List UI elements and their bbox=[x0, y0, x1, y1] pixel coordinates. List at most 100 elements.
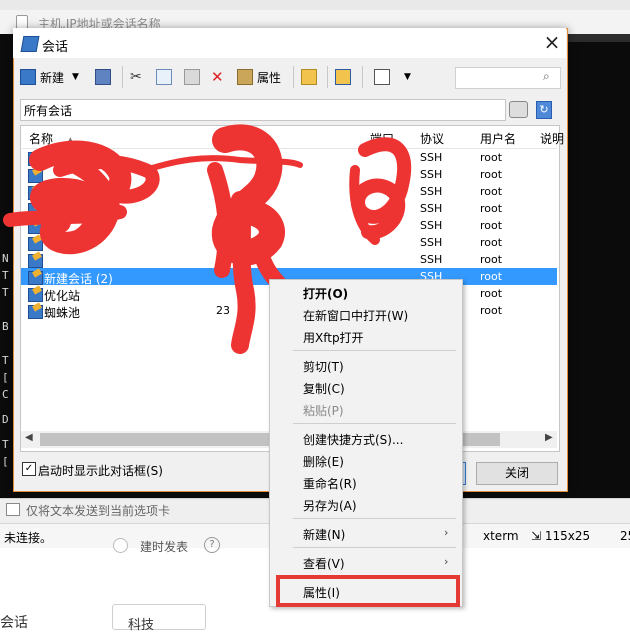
cell-name[interactable]: 优化站 bbox=[44, 287, 80, 304]
dialog-titlebar[interactable] bbox=[13, 28, 566, 58]
menu-open-new-window[interactable]: 在新窗口中打开(W) bbox=[303, 307, 408, 324]
chevron-down-icon[interactable]: ▼ bbox=[72, 72, 79, 82]
new-button[interactable]: 新建 ▼ bbox=[20, 66, 79, 88]
session-icon bbox=[28, 271, 43, 285]
header-divider bbox=[22, 148, 557, 149]
cell-protocol: SSH bbox=[420, 185, 443, 198]
folder-up-icon[interactable] bbox=[509, 101, 528, 118]
tile-button[interactable] bbox=[335, 66, 351, 88]
menu-open-xftp[interactable]: 用Xftp打开 bbox=[303, 329, 364, 346]
toolbar-divider bbox=[122, 66, 123, 88]
send-text[interactable]: 仅将文本发送到当前选项卡 bbox=[26, 502, 170, 519]
session-icon bbox=[28, 288, 43, 302]
settings-left-label: 会话 bbox=[0, 615, 28, 631]
session-icon bbox=[28, 254, 43, 268]
properties-session-button[interactable] bbox=[95, 66, 111, 88]
grid-icon bbox=[335, 69, 351, 85]
toolbar-divider bbox=[293, 66, 294, 88]
cut-button[interactable]: ✂ bbox=[130, 66, 142, 88]
status-connection: 未连接。 bbox=[4, 531, 53, 545]
cell-protocol: SSH bbox=[420, 236, 443, 249]
dialog-title: 会话 bbox=[42, 40, 69, 55]
cell-user: root bbox=[480, 151, 503, 164]
column-desc[interactable]: 说明 bbox=[540, 130, 564, 147]
help-icon[interactable]: ? bbox=[204, 537, 220, 553]
startup-label: 启动时显示此对话框(S) bbox=[38, 464, 163, 478]
folder-button[interactable] bbox=[301, 66, 317, 88]
menu-create-shortcut[interactable]: 创建快捷方式(S)... bbox=[303, 431, 403, 448]
cell-user: root bbox=[480, 219, 503, 232]
new-button-label: 新建 bbox=[40, 70, 65, 85]
menu-separator bbox=[293, 423, 456, 424]
startup-checkbox[interactable]: ✓ bbox=[22, 462, 36, 476]
column-protocol[interactable]: 协议 bbox=[420, 130, 444, 147]
cell-host: 23 bbox=[216, 304, 230, 317]
menu-copy[interactable]: 复制(C) bbox=[303, 380, 345, 397]
menu-open[interactable]: 打开(O) bbox=[303, 285, 348, 302]
cell-user: root bbox=[480, 287, 503, 300]
menu-rename[interactable]: 重命名(R) bbox=[303, 475, 357, 492]
session-icon bbox=[28, 305, 43, 319]
cell-user: root bbox=[480, 253, 503, 266]
column-port[interactable]: 端口 bbox=[370, 130, 394, 147]
cell-user: root bbox=[480, 304, 503, 317]
properties-button-label: 属性 bbox=[257, 70, 282, 85]
close-button[interactable]: 关闭 bbox=[476, 462, 558, 485]
menu-view[interactable]: 查看(V) bbox=[303, 555, 345, 572]
menu-delete[interactable]: 删除(E) bbox=[303, 453, 344, 470]
terminal-tab[interactable] bbox=[568, 34, 630, 42]
status-size-value: 115x25 bbox=[544, 529, 591, 543]
cell-user: root bbox=[480, 202, 503, 215]
status-size: ⇲ 115x25 bbox=[531, 529, 591, 543]
menu-separator bbox=[293, 518, 456, 519]
copy-icon bbox=[156, 69, 172, 85]
settings-select[interactable] bbox=[112, 604, 206, 630]
column-name[interactable]: 名称 ▲ bbox=[29, 130, 74, 147]
search-icon[interactable]: ⌕ bbox=[543, 69, 550, 84]
settings-select-value: 科技 bbox=[128, 618, 155, 633]
session-icon bbox=[20, 36, 40, 52]
session-manager-icon bbox=[95, 69, 111, 85]
list-view-icon bbox=[374, 69, 390, 85]
cell-user: root bbox=[480, 168, 503, 181]
cell-user: root bbox=[480, 270, 503, 283]
session-icon bbox=[28, 152, 43, 166]
cell-user: root bbox=[480, 185, 503, 198]
view-button[interactable]: ▼ bbox=[374, 66, 411, 88]
cell-name[interactable]: 新建会话 (2) bbox=[44, 270, 113, 287]
cell-user: root bbox=[480, 236, 503, 249]
path-bar[interactable] bbox=[20, 99, 506, 121]
scissors-icon: ✂ bbox=[130, 69, 142, 85]
lock-icon bbox=[16, 15, 28, 29]
properties-button[interactable]: 属性 bbox=[237, 66, 281, 88]
session-icon bbox=[28, 169, 43, 183]
menu-new[interactable]: 新建(N) bbox=[303, 526, 345, 543]
column-user[interactable]: 用户名 bbox=[480, 130, 516, 147]
menu-paste[interactable]: 粘贴(P) bbox=[303, 402, 344, 419]
folder-icon bbox=[301, 69, 317, 85]
chevron-right-icon[interactable]: ▶ bbox=[545, 432, 553, 443]
refresh-icon[interactable]: ↻ bbox=[536, 101, 552, 119]
chevron-down-icon[interactable]: ▼ bbox=[404, 72, 411, 82]
sort-asc-icon: ▲ bbox=[66, 136, 74, 146]
session-icon bbox=[28, 203, 43, 217]
copy-button[interactable] bbox=[156, 66, 172, 88]
close-icon[interactable]: × bbox=[540, 31, 564, 55]
session-icon bbox=[28, 237, 43, 251]
status-terminal-type: xterm bbox=[483, 529, 519, 543]
menu-save-as[interactable]: 另存为(A) bbox=[303, 497, 357, 514]
cell-protocol: SSH bbox=[420, 253, 443, 266]
cell-protocol: SSH bbox=[420, 219, 443, 232]
chevron-right-icon: › bbox=[444, 526, 449, 539]
chevron-left-icon[interactable]: ◀ bbox=[25, 432, 33, 443]
paste-button[interactable] bbox=[184, 66, 200, 88]
column-host[interactable]: 主机 bbox=[216, 130, 240, 147]
paste-icon bbox=[184, 69, 200, 85]
menu-cut[interactable]: 剪切(T) bbox=[303, 358, 344, 375]
setting-radio[interactable] bbox=[113, 538, 128, 553]
cell-name[interactable]: 蜘蛛池 bbox=[44, 304, 80, 321]
cell-protocol: SSH bbox=[420, 202, 443, 215]
new-session-icon bbox=[20, 69, 36, 85]
cell-protocol: SSH bbox=[420, 168, 443, 181]
delete-button[interactable]: ✕ bbox=[211, 66, 224, 88]
